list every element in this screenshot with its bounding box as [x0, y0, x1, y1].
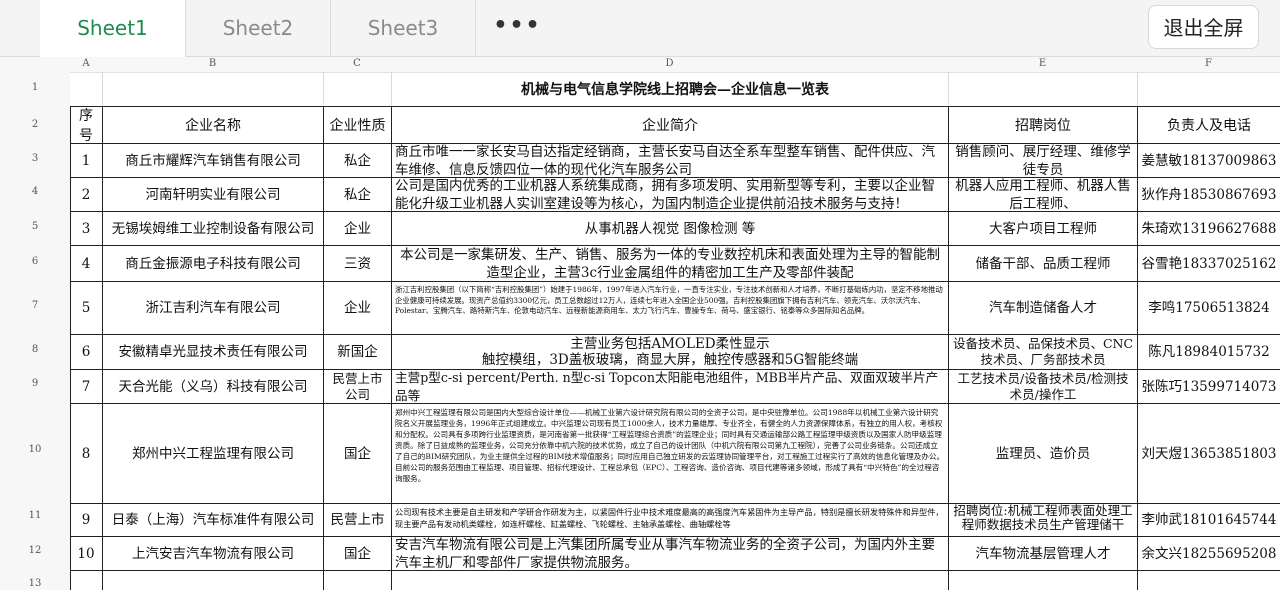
cell-no[interactable]: 4	[70, 246, 102, 281]
cell-contact[interactable]: 李帅武18101645744	[1138, 504, 1280, 536]
cell-positions[interactable]: 设备技术员、品保技术员、CNC技术员、厂务部技术员	[949, 335, 1137, 369]
cell-no[interactable]: 2	[70, 178, 102, 211]
sheet-tab-bar: Sheet1 Sheet2 Sheet3 ••• 退出全屏	[0, 0, 1280, 57]
cell-company-type[interactable]: 民营上市公司	[324, 370, 391, 403]
cell-no[interactable]: 9	[70, 504, 102, 536]
tab-sheet2[interactable]: Sheet2	[186, 0, 330, 56]
more-tabs-icon[interactable]: •••	[475, 0, 560, 56]
header-company-intro[interactable]: 企业简介	[392, 107, 948, 143]
cell-company-type[interactable]: 私企	[324, 144, 391, 177]
cell-company-type[interactable]: 民营上市	[324, 504, 391, 536]
cell-company-intro[interactable]: 主营业务包括AMOLED柔性显示 触控模组，3D盖板玻璃，商显大屏，触控传感器和…	[392, 335, 948, 369]
cell-company-intro[interactable]: 浙江吉利控股集团（以下简称“吉利控股集团”）始建于1986年，1997年进入汽车…	[392, 282, 948, 334]
cell-company-name[interactable]: 浙江吉利汽车有限公司	[103, 282, 323, 334]
cell-company-name[interactable]: 日泰（上海）汽车标准件有限公司	[103, 504, 323, 536]
cell-contact[interactable]: 陈凡18984015732	[1138, 335, 1280, 369]
cell-company-name[interactable]: 安徽精卓光显技术责任有限公司	[103, 335, 323, 369]
row-header-bar: 1 2 3 4 5 6 7 8 9 10 11 12 13	[0, 72, 70, 590]
cell-positions[interactable]: 汽车制造储备人才	[949, 282, 1137, 334]
cell-contact[interactable]: 姜慧敏18137009863	[1138, 144, 1280, 177]
row-number[interactable]: 6	[0, 256, 70, 267]
cell-company-name[interactable]: 商丘市耀辉汽车销售有限公司	[103, 144, 323, 177]
row-number[interactable]: 8	[0, 344, 70, 355]
cell-contact[interactable]: 李鸣17506513824	[1138, 282, 1280, 334]
header-positions[interactable]: 招聘岗位	[949, 107, 1137, 143]
cell-positions[interactable]: 监理员、造价员	[949, 404, 1137, 503]
cell-contact[interactable]: 朱琦欢13196627688	[1138, 212, 1280, 245]
cell-contact[interactable]: 谷雪艳18337025162	[1138, 246, 1280, 281]
spreadsheet-grid[interactable]: 机械与电气信息学院线上招聘会—企业信息一览表 序号 企业名称 企业性质 企业简介…	[70, 72, 1280, 590]
cell-no[interactable]: 8	[70, 404, 102, 503]
header-no[interactable]: 序号	[70, 107, 102, 143]
cell-positions[interactable]: 销售顾问、展厅经理、维修学徒专员	[949, 144, 1137, 177]
cell-company-type[interactable]: 国企	[324, 537, 391, 570]
tab-sheet1[interactable]: Sheet1	[40, 0, 185, 57]
column-letter[interactable]: F	[1137, 58, 1280, 69]
cell-company-type[interactable]: 国企	[324, 404, 391, 503]
cell-positions[interactable]: 储备干部、品质工程师	[949, 246, 1137, 281]
cell-positions[interactable]: 招聘岗位:机械工程师表面处理工程师数据技术员生产管理储干	[949, 504, 1137, 536]
column-letter[interactable]: A	[70, 58, 102, 69]
cell-company-type[interactable]: 企业	[324, 282, 391, 334]
row-number[interactable]: 5	[0, 221, 70, 232]
row-number[interactable]: 9	[0, 378, 70, 389]
cell-company-name[interactable]: 河南轩明实业有限公司	[103, 178, 323, 211]
cell-company-intro[interactable]: 公司是国内优秀的工业机器人系统集成商，拥有多项发明、实用新型等专利，主要以企业智…	[392, 178, 948, 211]
column-letter[interactable]: E	[948, 58, 1137, 69]
sheet-title[interactable]: 机械与电气信息学院线上招聘会—企业信息一览表	[70, 72, 1280, 106]
cell-company-intro[interactable]: 本公司是一家集研发、生产、销售、服务为一体的专业数控机床和表面处理为主导的智能制…	[392, 246, 948, 281]
cell-no[interactable]: 3	[70, 212, 102, 245]
row-number[interactable]: 7	[0, 300, 70, 311]
row-number[interactable]: 13	[0, 578, 70, 589]
row-number[interactable]: 1	[0, 82, 70, 93]
tab-sheet3[interactable]: Sheet3	[331, 0, 475, 56]
cell-positions[interactable]: 汽车物流基层管理人才	[949, 537, 1137, 570]
cell-positions[interactable]: 工艺技术员/设备技术员/检测技术员/操作工	[949, 370, 1137, 403]
cell-company-name[interactable]: 商丘金振源电子科技有限公司	[103, 246, 323, 281]
row-number[interactable]: 4	[0, 186, 70, 197]
row-number[interactable]: 3	[0, 153, 70, 164]
cell-contact[interactable]: 余文兴18255695208	[1138, 537, 1280, 570]
cell-company-intro[interactable]: 公司现有技术主要是自主研发和产学研合作研发为主，以紧固件行业中技术难度最高的高强…	[392, 504, 948, 536]
cell-positions[interactable]: 机器人应用工程师、机器人售后工程师、	[949, 178, 1137, 211]
column-letter[interactable]: B	[102, 58, 323, 69]
header-company-name[interactable]: 企业名称	[103, 107, 323, 143]
cell-no[interactable]: 7	[70, 370, 102, 403]
cell-company-type[interactable]: 新国企	[324, 335, 391, 369]
cell-company-type[interactable]: 私企	[324, 178, 391, 211]
cell-contact[interactable]: 刘天煜13653851803	[1138, 404, 1280, 503]
row-number[interactable]: 10	[0, 444, 70, 455]
cell-company-name[interactable]: 郑州中兴工程监理有限公司	[103, 404, 323, 503]
cell-company-name[interactable]: 无锡埃姆维工业控制设备有限公司	[103, 212, 323, 245]
cell-company-type[interactable]: 企业	[324, 212, 391, 245]
cell-company-intro[interactable]: 商丘市唯一一家长安马自达指定经销商，主营长安马自达全系车型整车销售、配件供应、汽…	[392, 144, 948, 177]
row-number[interactable]: 12	[0, 545, 70, 556]
cell-company-type[interactable]: 三资	[324, 246, 391, 281]
column-header-bar: A B C D E F	[0, 57, 1280, 73]
cell-company-name[interactable]: 上汽安吉汽车物流有限公司	[103, 537, 323, 570]
cell-contact[interactable]: 狄作舟18530867693	[1138, 178, 1280, 211]
cell-contact[interactable]: 张陈巧13599714073	[1138, 370, 1280, 403]
row-number[interactable]: 11	[0, 510, 70, 521]
exit-fullscreen-button[interactable]: 退出全屏	[1148, 5, 1259, 49]
header-company-type[interactable]: 企业性质	[324, 107, 391, 143]
table-border	[70, 570, 1280, 571]
cell-no[interactable]: 5	[70, 282, 102, 334]
cell-no[interactable]: 6	[70, 335, 102, 369]
row-number[interactable]: 2	[0, 119, 70, 130]
cell-no[interactable]: 1	[70, 144, 102, 177]
column-letter[interactable]: D	[391, 58, 948, 69]
cell-company-intro[interactable]: 安吉汽车物流有限公司是上汽集团所属专业从事汽车物流业务的全资子公司，为国内外主要…	[392, 537, 948, 570]
cell-positions[interactable]: 大客户项目工程师	[949, 212, 1137, 245]
column-letter[interactable]: C	[323, 58, 391, 69]
cell-company-intro[interactable]: 从事机器人视觉 图像检测 等	[392, 212, 948, 245]
cell-company-intro[interactable]: 郑州中兴工程监理有限公司是国内大型综合设计单位——机械工业第六设计研究院有限公司…	[392, 404, 948, 503]
header-contact[interactable]: 负责人及电话	[1138, 107, 1280, 143]
cell-company-name[interactable]: 天合光能（义乌）科技有限公司	[103, 370, 323, 403]
cell-company-intro[interactable]: 主营p型c-si percent/Perth. n型c-si Topcon太阳能…	[392, 370, 948, 403]
cell-no[interactable]: 10	[70, 537, 102, 570]
